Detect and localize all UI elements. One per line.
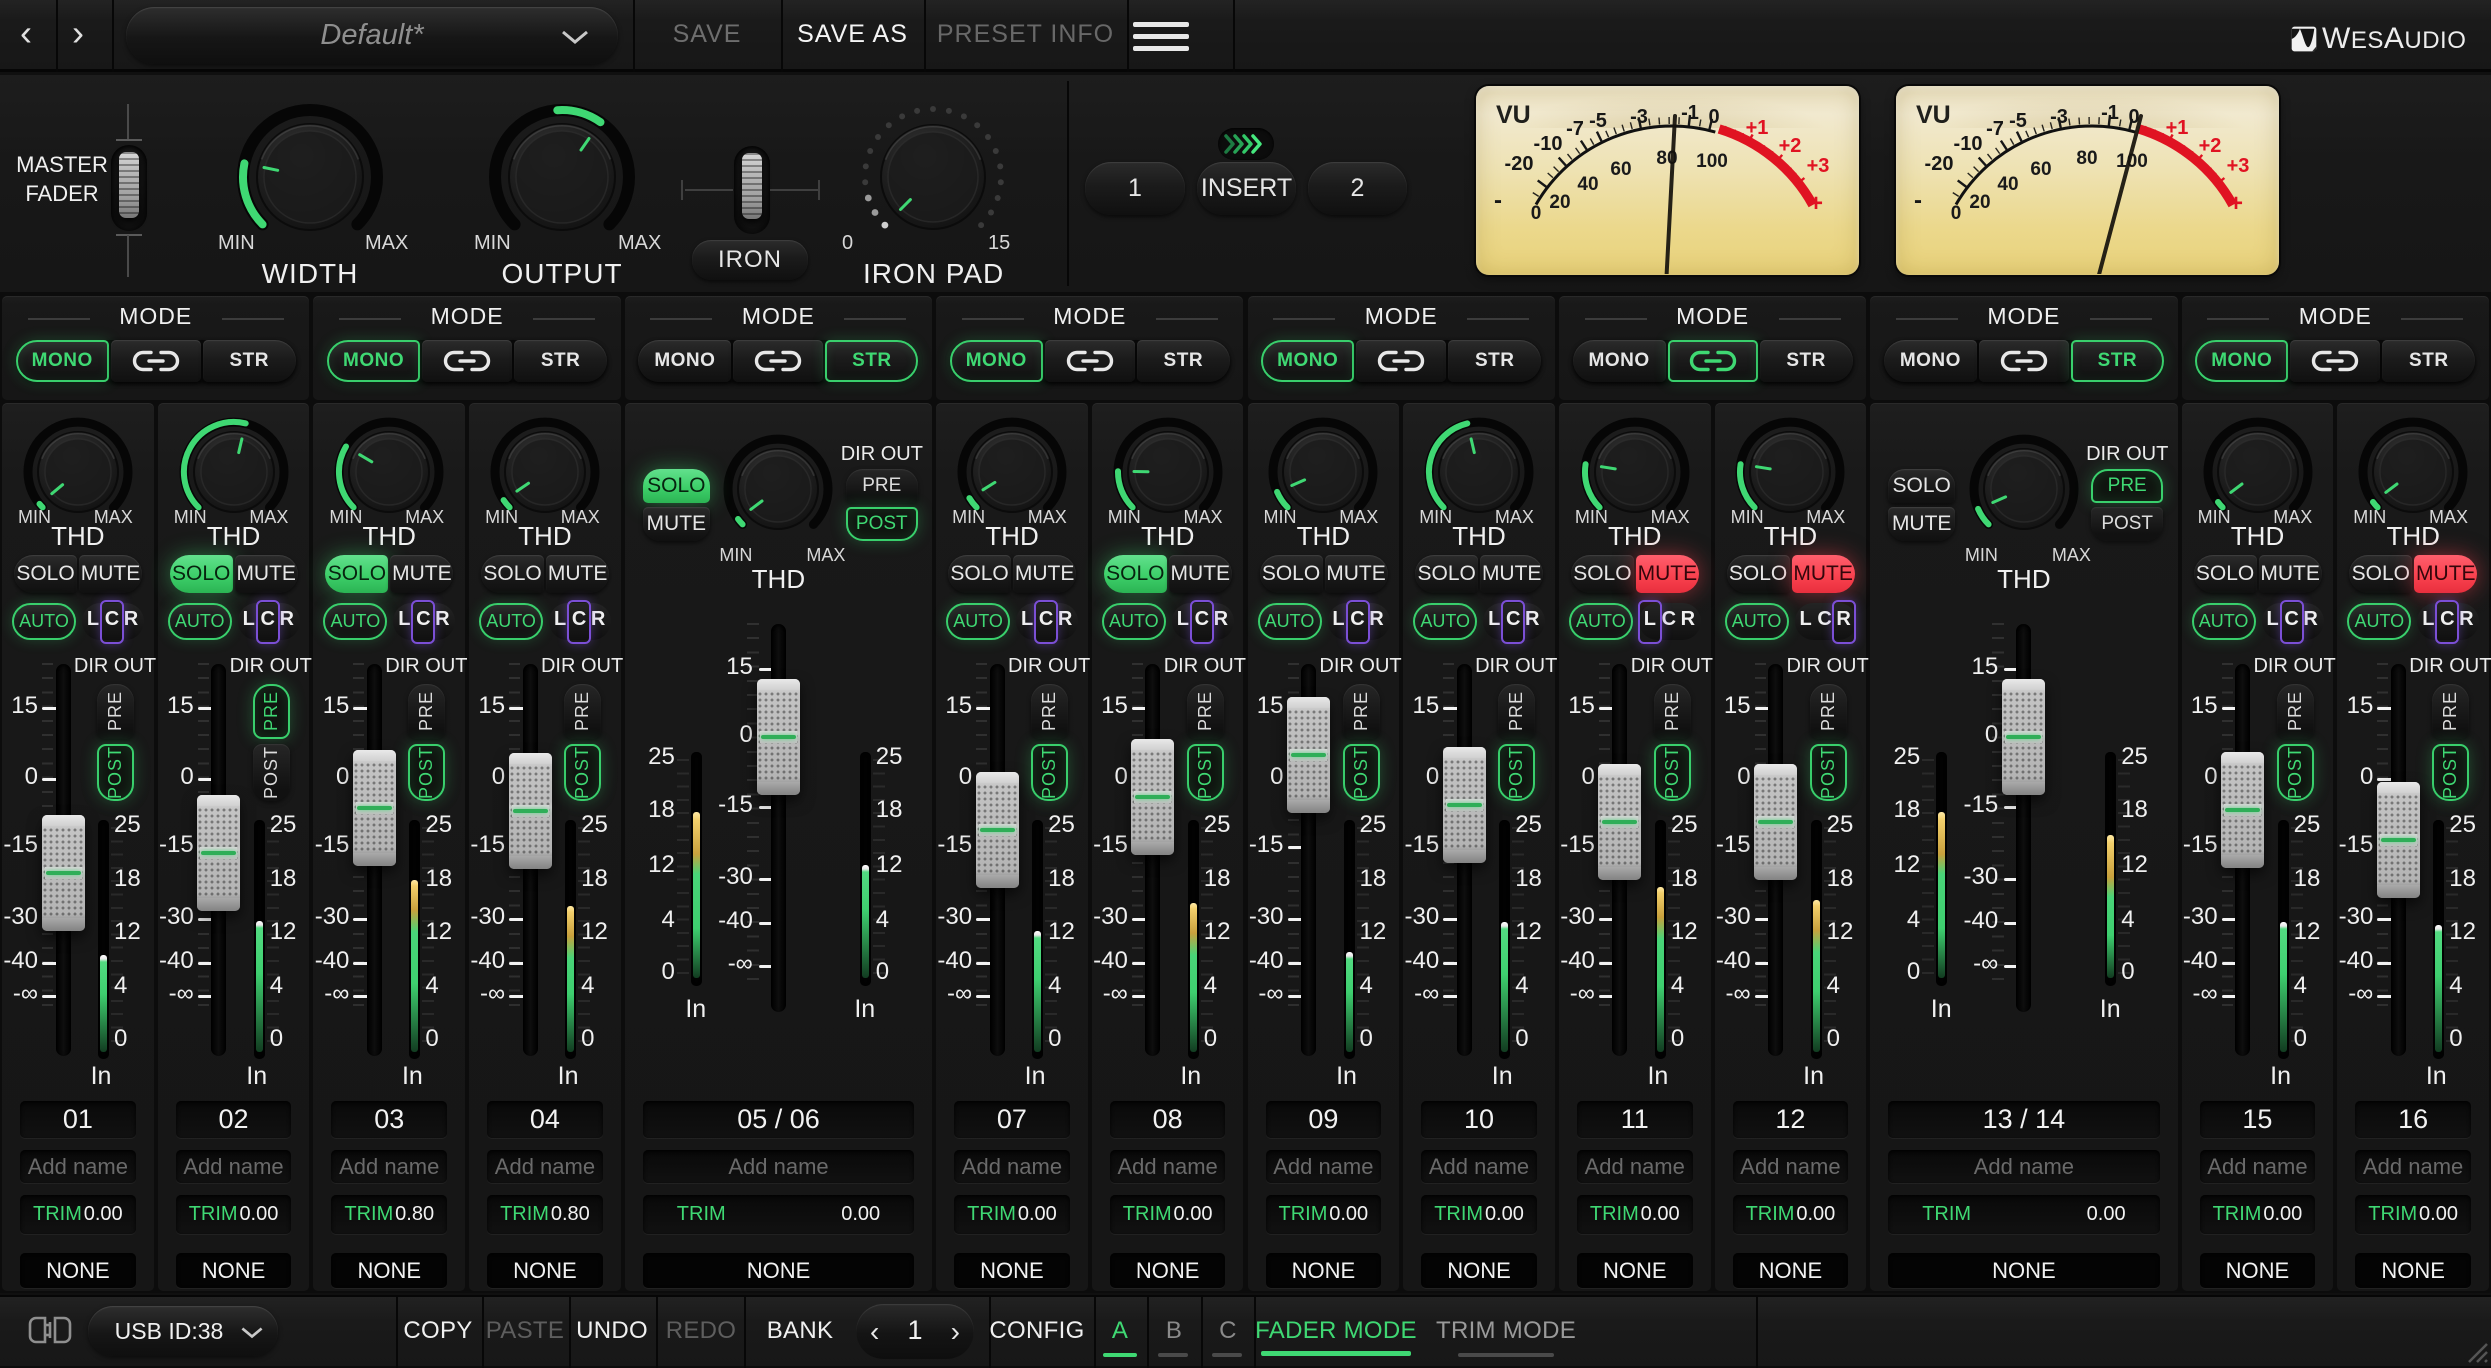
svg-text:+3: +3 [2227, 155, 2250, 177]
svg-text:-5: -5 [1589, 110, 1607, 132]
svg-text:-1: -1 [2101, 102, 2119, 124]
svg-text:+2: +2 [2199, 135, 2222, 157]
svg-text:-: - [1494, 187, 1502, 214]
svg-text:+1: +1 [1746, 117, 1769, 139]
svg-text:0: 0 [1531, 203, 1542, 224]
svg-text:0: 0 [1708, 106, 1719, 128]
svg-text:40: 40 [1997, 174, 2018, 195]
svg-text:0: 0 [1951, 203, 1962, 224]
svg-text:40: 40 [1577, 174, 1598, 195]
svg-text:-20: -20 [1505, 153, 1534, 175]
svg-text:VU: VU [1916, 101, 1951, 129]
svg-text:+2: +2 [1779, 135, 1802, 157]
svg-text:20: 20 [1549, 192, 1570, 213]
svg-text:+3: +3 [1807, 155, 1830, 177]
svg-text:20: 20 [1969, 192, 1990, 213]
svg-text:VU: VU [1496, 101, 1531, 129]
svg-text:60: 60 [1610, 159, 1631, 180]
svg-text:+: + [1809, 190, 1823, 217]
svg-text:-3: -3 [2050, 106, 2068, 128]
svg-text:80: 80 [2076, 148, 2097, 169]
svg-text:-10: -10 [1534, 133, 1563, 155]
svg-text:-20: -20 [1925, 153, 1954, 175]
svg-text:60: 60 [2030, 159, 2051, 180]
svg-text:-7: -7 [1986, 118, 2004, 140]
svg-text:-: - [1914, 187, 1922, 214]
svg-text:-5: -5 [2009, 110, 2027, 132]
svg-text:-3: -3 [1630, 106, 1648, 128]
svg-text:-7: -7 [1566, 118, 1584, 140]
svg-text:+1: +1 [2166, 117, 2189, 139]
svg-text:100: 100 [1696, 151, 1728, 172]
svg-text:+: + [2229, 190, 2243, 217]
svg-text:-10: -10 [1954, 133, 1983, 155]
svg-text:-1: -1 [1681, 102, 1699, 124]
